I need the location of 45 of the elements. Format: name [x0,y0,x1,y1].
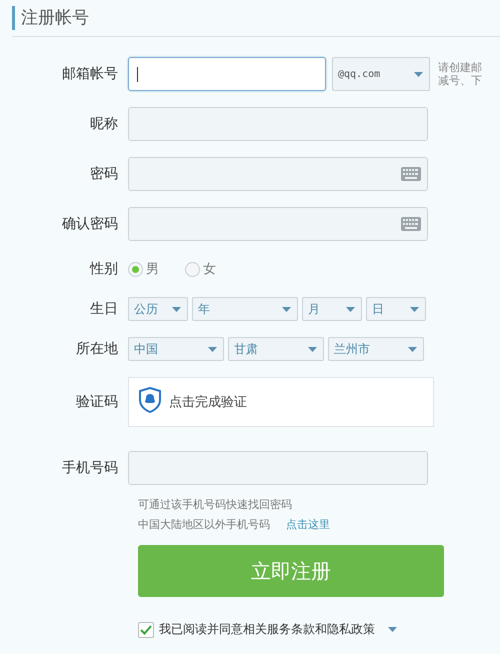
dropdown[interactable]: 甘肃 [228,337,324,361]
dropdown[interactable]: 公历 [128,297,188,321]
dropdown[interactable]: 年 [192,297,298,321]
caret-icon [408,346,417,352]
field-label: 手机号码 [61,459,119,477]
caret-icon [410,306,419,312]
captcha-button[interactable]: 点击完成验证 [128,377,434,427]
dropdown[interactable]: @qq.com [332,57,430,91]
checkbox[interactable] [138,622,154,638]
keyboard-icon[interactable] [401,167,421,181]
caret-icon [308,346,317,352]
dropdown[interactable]: 日 [366,297,426,321]
help-text: 中国大陆地区以外手机号码 [138,518,270,531]
field-label: 所在地 [75,340,119,358]
keyboard-icon[interactable] [401,217,421,231]
dropdown[interactable]: 月 [302,297,362,321]
caret-icon [414,72,423,76]
caret-icon [346,306,355,312]
caret-icon [208,346,217,352]
password-field[interactable] [128,157,428,191]
register-button[interactable]: 立即注册 [138,545,444,597]
field-label: 确认密码 [61,215,119,233]
email-field[interactable] [128,57,326,91]
dropdown[interactable]: 兰州市 [328,337,424,361]
hint-text: 请创建邮 [438,61,482,74]
field-label: 生日 [89,300,119,318]
field-label: 性别 [88,260,119,278]
field-label: 验证码 [75,393,119,411]
caret-icon [172,306,181,312]
phone-field[interactable] [128,451,428,485]
gender-radio[interactable]: 男 [128,260,159,278]
field-label: 邮箱帐号 [61,65,119,83]
help-text: 可通过该手机号码快速找回密码 [138,497,293,513]
hint-text: 减号、下 [438,74,482,87]
caret-icon [282,306,291,312]
nickname-field[interactable] [128,107,428,141]
caret-icon[interactable] [388,627,397,632]
field-label: 昵称 [89,115,119,133]
dropdown[interactable]: 中国 [128,337,224,361]
gender-radio[interactable]: 女 [185,260,216,278]
link[interactable]: 点击这里 [286,518,330,531]
agreement-text: 我已阅读并同意相关服务条款和隐私政策 [159,621,375,638]
page-title: 注册帐号 [12,6,89,30]
password-field[interactable] [128,207,428,241]
field-label: 密码 [89,165,119,183]
